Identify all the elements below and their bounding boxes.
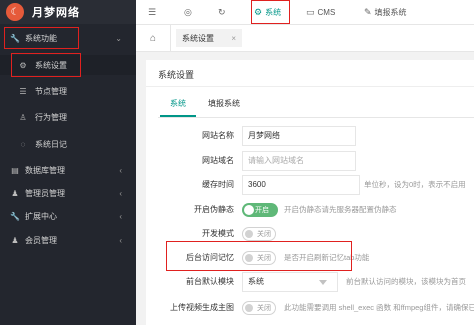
tab-system-settings[interactable]: 系统设置 × <box>176 29 242 47</box>
person-icon: ♟ <box>11 188 19 198</box>
highlight-box <box>11 53 81 77</box>
sidebar-item-database-management[interactable]: ▤ 数据库管理 ‹ <box>0 160 136 180</box>
top-bar: ☰ ◎ ↻ ⚙ 系统 ▭ CMS ✎ 填报系统 <box>136 0 474 25</box>
highlight-box <box>251 0 290 24</box>
cache-time-input[interactable]: 3600 <box>242 175 360 195</box>
video-thumbnail-hint: 此功能需要调用 shell_exec 函数 和ffmpeg组件，请确保已开启 <box>284 303 474 312</box>
site-name-input[interactable]: 月梦网络 <box>242 126 356 146</box>
menu-toggle-button[interactable]: ☰ <box>148 0 156 24</box>
chevron-left-icon: ‹ <box>119 235 122 245</box>
user-icon: ♙ <box>19 112 27 122</box>
panel-title: 系统设置 <box>158 70 195 80</box>
settings-panel: 系统设置 系统 填报系统 网站名称 月梦网络 网站域名 请输入网站域名 缓存时间… <box>146 60 474 325</box>
edit-icon: ✎ <box>364 6 372 17</box>
refresh-button[interactable]: ↻ <box>218 0 226 24</box>
pseudo-static-toggle[interactable]: 开启 <box>242 203 278 217</box>
tab-strip: ⌂ 系统设置 × <box>136 25 474 52</box>
sidebar-item-extension-center[interactable]: 🔧 扩展中心 ‹ <box>0 206 136 226</box>
close-icon[interactable]: × <box>231 34 236 43</box>
menu-icon: ☰ <box>148 6 157 17</box>
cache-time-hint: 单位秒，设为0时，表示不启用 <box>364 180 466 189</box>
home-tab[interactable]: ⌂ <box>136 25 171 51</box>
video-thumbnail-toggle[interactable]: 关闭 <box>242 301 276 315</box>
chevron-left-icon: ‹ <box>119 165 122 175</box>
brand: ☾ 月梦网络 <box>0 0 136 24</box>
person-icon: ♟ <box>11 235 19 245</box>
default-module-hint: 前台默认访问的模块，该模块为首页 <box>346 277 466 286</box>
field-cache-time: 缓存时间 3600 单位秒，设为0时，表示不启用 <box>146 175 474 195</box>
refresh-icon: ↻ <box>218 6 226 17</box>
sidebar-item-system-log[interactable]: ◌ 系统日记 <box>0 134 136 154</box>
highlight-box <box>166 241 352 271</box>
highlight-box <box>4 27 79 49</box>
circle-icon: ◌ <box>20 139 26 149</box>
field-site-domain: 网站域名 请输入网站域名 <box>146 151 474 171</box>
field-site-name: 网站名称 月梦网络 <box>146 126 474 146</box>
database-icon: ▤ <box>11 165 19 175</box>
sidebar-item-node-management[interactable]: ☰ 节点管理 <box>0 81 136 101</box>
subtab-form-system[interactable]: 填报系统 <box>208 98 240 109</box>
logo-icon: ☾ <box>6 3 24 21</box>
top-nav-cms[interactable]: ▭ CMS <box>306 0 335 24</box>
top-nav-form-system[interactable]: ✎ 填报系统 <box>364 0 407 24</box>
default-module-select[interactable]: 系统 <box>242 272 338 292</box>
wrench-icon: 🔧 <box>10 211 20 221</box>
divider <box>158 117 474 118</box>
site-domain-input[interactable]: 请输入网站域名 <box>242 151 356 171</box>
pseudo-static-hint: 开启伪静态请先服务器配置伪静态 <box>284 205 397 214</box>
divider <box>146 86 474 87</box>
sidebar-item-member-management[interactable]: ♟ 会员管理 ‹ <box>0 230 136 250</box>
toggle-knob <box>244 205 254 215</box>
toggle-knob <box>245 304 253 312</box>
home-icon: ⌂ <box>149 32 157 44</box>
chevron-down-icon: ⌄ <box>115 33 122 43</box>
brand-title: 月梦网络 <box>32 7 80 19</box>
dropdown-caret-icon <box>319 280 327 285</box>
field-pseudo-static: 开启伪静态 开启 开启伪静态请先服务器配置伪静态 <box>146 200 474 220</box>
chevron-left-icon: ‹ <box>119 211 122 221</box>
list-icon: ☰ <box>19 86 27 96</box>
globe-icon: ◎ <box>184 6 192 17</box>
field-video-thumbnail: 上传视频生成主图 关闭 此功能需要调用 shell_exec 函数 和ffmpe… <box>146 298 474 318</box>
website-button[interactable]: ◎ <box>184 0 192 24</box>
chevron-left-icon: ‹ <box>119 188 122 198</box>
subtab-system[interactable]: 系统 <box>170 98 186 109</box>
cms-icon: ▭ <box>306 6 315 17</box>
field-default-module: 前台默认模块 系统 前台默认访问的模块，该模块为首页 <box>146 272 474 292</box>
sidebar-item-behavior-management[interactable]: ♙ 行为管理 <box>0 107 136 127</box>
sidebar-item-admin-management[interactable]: ♟ 管理员管理 ‹ <box>0 183 136 203</box>
